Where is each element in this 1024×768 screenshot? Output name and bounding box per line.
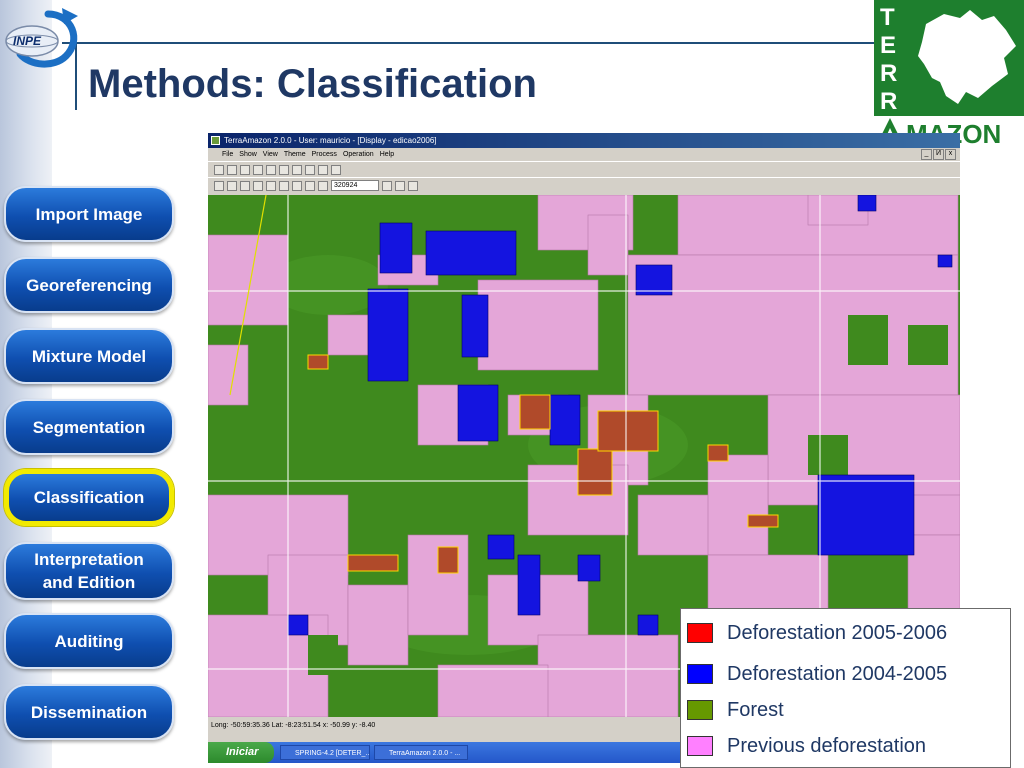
app-icon xyxy=(211,136,220,145)
terra-letter-r2: R xyxy=(880,88,897,115)
nav-import-image-button[interactable]: Import Image xyxy=(4,186,174,242)
nav-auditing-button[interactable]: Auditing xyxy=(4,613,174,669)
refresh-icon[interactable] xyxy=(382,180,392,191)
nav-mixture-model-button[interactable]: Mixture Model xyxy=(4,328,174,384)
header-rule xyxy=(62,42,877,44)
toolbar-layer-icon[interactable] xyxy=(266,164,276,175)
toolbar-window-icon[interactable] xyxy=(318,164,328,175)
legend-swatch xyxy=(687,700,713,720)
nav-georeferencing-button[interactable]: Georeferencing xyxy=(4,257,174,313)
menu-show[interactable]: Show xyxy=(239,148,257,161)
map-legend: Deforestation 2005-2006 Deforestation 20… xyxy=(680,608,1011,768)
legend-label: Deforestation 2005-2006 xyxy=(727,621,948,644)
pencil-icon[interactable] xyxy=(253,180,263,191)
nav-dissemination-button[interactable]: Dissemination xyxy=(4,684,174,740)
info-icon[interactable] xyxy=(214,180,224,191)
select-icon[interactable] xyxy=(227,180,237,191)
app-title-bar: TerraAmazon 2.0.0 - User: mauricio - [Di… xyxy=(208,133,960,148)
terraamazon-logo: T E R R MAZON xyxy=(874,0,1024,148)
legend-swatch xyxy=(687,623,713,643)
nav-classification-button[interactable]: Classification xyxy=(4,469,174,526)
inpe-logo-text: INPE xyxy=(13,34,42,48)
window-controls: _ И x xyxy=(921,149,956,160)
legend-swatch xyxy=(687,736,713,756)
menu-file[interactable]: File xyxy=(222,148,233,161)
toolbar-database-icon[interactable] xyxy=(214,164,224,175)
pointer-icon[interactable] xyxy=(240,180,250,191)
terra-letter-r1: R xyxy=(880,60,897,87)
restore-button[interactable]: И xyxy=(933,149,944,160)
scale-select[interactable]: 320924 xyxy=(331,180,379,191)
menu-theme[interactable]: Theme xyxy=(284,148,306,161)
toolbar-display-icon[interactable] xyxy=(305,164,315,175)
legend-label: Deforestation 2004-2005 xyxy=(727,662,948,685)
back-icon[interactable] xyxy=(305,180,315,191)
edit-icon[interactable] xyxy=(408,180,418,191)
app-title-text: TerraAmazon 2.0.0 - User: mauricio - [Di… xyxy=(224,136,437,145)
toolbar-view-icon[interactable] xyxy=(227,164,237,175)
forward-icon[interactable] xyxy=(318,180,328,191)
toolbar-draw-icon[interactable] xyxy=(292,164,302,175)
start-button[interactable]: Iniciar xyxy=(208,742,274,763)
toolbar-bottom: 320924 xyxy=(208,177,960,193)
legend-label: Previous deforestation xyxy=(727,734,927,757)
terra-letter-e: E xyxy=(880,32,896,59)
toolbar-grid-icon[interactable] xyxy=(331,164,341,175)
taskbar-item-terraamazon[interactable]: TerraAmazon 2.0.0 - ... xyxy=(374,745,468,760)
menu-view[interactable]: View xyxy=(263,148,278,161)
pan-icon[interactable] xyxy=(292,180,302,191)
taskbar-item-spring[interactable]: SPRING-4.2 [DETER_... xyxy=(280,745,370,760)
zoom-out-icon[interactable] xyxy=(279,180,289,191)
nav-segmentation-button[interactable]: Segmentation xyxy=(4,399,174,455)
minimize-button[interactable]: _ xyxy=(921,149,932,160)
menu-process[interactable]: Process xyxy=(312,148,337,161)
legend-label: Forest xyxy=(727,698,784,721)
toolbar-theme-icon[interactable] xyxy=(240,164,250,175)
page-title: Methods: Classification xyxy=(88,62,537,106)
inpe-logo: INPE xyxy=(5,8,78,68)
legend-swatch xyxy=(687,664,713,684)
app-menubar: File Show View Theme Process Operation H… xyxy=(208,148,960,161)
menu-help[interactable]: Help xyxy=(380,148,394,161)
zoom-in-icon[interactable] xyxy=(266,180,276,191)
folder-icon[interactable] xyxy=(395,180,405,191)
menu-operation[interactable]: Operation xyxy=(343,148,374,161)
legend-item: Deforestation 2004-2005 xyxy=(687,662,947,686)
legend-item: Deforestation 2005-2006 xyxy=(687,621,947,645)
close-button[interactable]: x xyxy=(945,149,956,160)
legend-item: Forest xyxy=(687,698,784,722)
toolbar-top xyxy=(208,161,960,177)
toolbar-table-icon[interactable] xyxy=(279,164,289,175)
legend-item: Previous deforestation xyxy=(687,734,926,758)
nav-interpretation-edition-button[interactable]: Interpretation and Edition xyxy=(4,542,174,600)
toolbar-tree-icon[interactable] xyxy=(253,164,263,175)
terra-letter-t: T xyxy=(880,4,895,31)
